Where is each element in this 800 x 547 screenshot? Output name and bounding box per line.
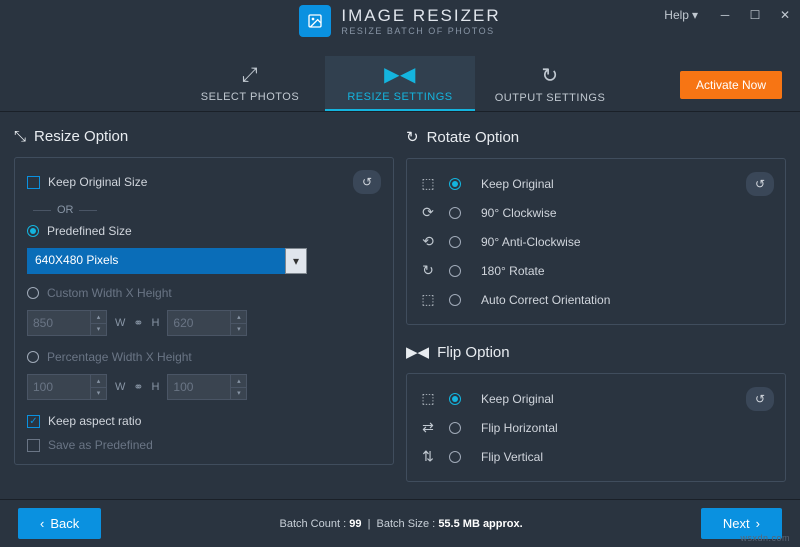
predefined-dropdown[interactable]: 640X480 Pixels ▾ bbox=[27, 248, 307, 274]
link-icon: ⚭ bbox=[133, 316, 143, 330]
resize-title-icon: ⤡ bbox=[14, 128, 26, 145]
link-icon: ⚭ bbox=[133, 380, 143, 394]
rotate-acw-radio[interactable] bbox=[449, 236, 461, 248]
rotate-cw-radio[interactable] bbox=[449, 207, 461, 219]
app-subtitle: RESIZE BATCH OF PHOTOS bbox=[341, 26, 500, 36]
percent-label: Percentage Width X Height bbox=[47, 350, 192, 364]
or-divider: OR bbox=[57, 204, 381, 216]
acw-icon: ⟲ bbox=[419, 233, 437, 250]
right-panel: ↻ Rotate Option ⬚Keep Original↺ ⟳90° Clo… bbox=[406, 122, 786, 482]
auto-icon: ⬚ bbox=[419, 291, 437, 308]
flip-box: ⬚Keep Original↺ ⇄Flip Horizontal ⇅Flip V… bbox=[406, 373, 786, 482]
save-predefined-label: Save as Predefined bbox=[48, 438, 153, 452]
flip-h-radio[interactable] bbox=[449, 422, 461, 434]
expand-icon: ⤢ bbox=[242, 64, 259, 87]
main-content: ⤡ Resize Option Keep Original Size ↺ OR … bbox=[0, 112, 800, 492]
flip-v-icon: ⇅ bbox=[419, 448, 437, 465]
minimize-button[interactable]: ─ bbox=[710, 0, 740, 30]
rotate-box: ⬚Keep Original↺ ⟳90° Clockwise ⟲90° Anti… bbox=[406, 158, 786, 325]
status-text: Batch Count : 99 | Batch Size : 55.5 MB … bbox=[101, 518, 701, 530]
dropdown-arrow-icon[interactable]: ▾ bbox=[285, 248, 307, 274]
close-button[interactable]: ✕ bbox=[770, 0, 800, 30]
maximize-button[interactable]: ☐ bbox=[740, 0, 770, 30]
reset-flip-button[interactable]: ↺ bbox=[746, 387, 774, 411]
flip-h-icon: ⇄ bbox=[419, 419, 437, 436]
custom-radio[interactable] bbox=[27, 287, 39, 299]
custom-height-input[interactable]: 620▴▾ bbox=[167, 310, 247, 336]
percent-height-input[interactable]: 100▴▾ bbox=[167, 374, 247, 400]
flip-title-icon: ▶◀ bbox=[406, 343, 429, 361]
predefined-value: 640X480 Pixels bbox=[27, 248, 285, 274]
percent-width-input[interactable]: 100▴▾ bbox=[27, 374, 107, 400]
help-menu[interactable]: Help▾ bbox=[664, 8, 698, 22]
tab-output-settings[interactable]: ↻ OUTPUT SETTINGS bbox=[475, 56, 625, 111]
aspect-checkbox[interactable] bbox=[27, 415, 40, 428]
chevron-down-icon: ▾ bbox=[692, 8, 698, 22]
flip-keep-icon: ⬚ bbox=[419, 390, 437, 407]
aspect-label: Keep aspect ratio bbox=[48, 414, 141, 428]
tabs: ⤢ SELECT PHOTOS ▶◀ RESIZE SETTINGS ↻ OUT… bbox=[0, 42, 800, 112]
keep-icon: ⬚ bbox=[419, 175, 437, 192]
resize-panel: ⤡ Resize Option Keep Original Size ↺ OR … bbox=[14, 122, 394, 482]
window-controls: Help▾ ─ ☐ ✕ bbox=[664, 0, 800, 30]
activate-button[interactable]: Activate Now bbox=[680, 71, 782, 99]
percent-radio[interactable] bbox=[27, 351, 39, 363]
chevron-right-icon: › bbox=[756, 516, 760, 531]
rotate-title-icon: ↻ bbox=[406, 128, 419, 146]
predefined-radio[interactable] bbox=[27, 225, 39, 237]
flip-v-radio[interactable] bbox=[449, 451, 461, 463]
keep-original-checkbox[interactable] bbox=[27, 176, 40, 189]
custom-label: Custom Width X Height bbox=[47, 286, 172, 300]
rotate-auto-radio[interactable] bbox=[449, 294, 461, 306]
rotate180-icon: ↻ bbox=[419, 262, 437, 279]
reset-resize-button[interactable]: ↺ bbox=[353, 170, 381, 194]
logo-area: IMAGE RESIZER RESIZE BATCH OF PHOTOS bbox=[299, 5, 500, 37]
flip-keep-radio[interactable] bbox=[449, 393, 461, 405]
reset-rotate-button[interactable]: ↺ bbox=[746, 172, 774, 196]
title-bar: IMAGE RESIZER RESIZE BATCH OF PHOTOS Hel… bbox=[0, 0, 800, 42]
back-button[interactable]: ‹Back bbox=[18, 508, 101, 539]
cw-icon: ⟳ bbox=[419, 204, 437, 221]
footer: ‹Back Batch Count : 99 | Batch Size : 55… bbox=[0, 499, 800, 547]
tab-resize-settings[interactable]: ▶◀ RESIZE SETTINGS bbox=[325, 56, 475, 111]
watermark: wsxdn.com bbox=[740, 533, 790, 543]
refresh-icon: ↻ bbox=[541, 63, 558, 88]
chevron-left-icon: ‹ bbox=[40, 516, 44, 531]
rotate-title: ↻ Rotate Option bbox=[406, 122, 786, 158]
rotate-keep-radio[interactable] bbox=[449, 178, 461, 190]
app-title: IMAGE RESIZER bbox=[341, 6, 500, 26]
flip-title: ▶◀ Flip Option bbox=[406, 337, 786, 373]
resize-title: ⤡ Resize Option bbox=[14, 122, 394, 157]
resize-icon: ▶◀ bbox=[384, 62, 416, 87]
rotate-180-radio[interactable] bbox=[449, 265, 461, 277]
save-predefined-checkbox[interactable] bbox=[27, 439, 40, 452]
tab-select-photos[interactable]: ⤢ SELECT PHOTOS bbox=[175, 56, 325, 111]
keep-original-label: Keep Original Size bbox=[48, 175, 147, 189]
app-logo-icon bbox=[299, 5, 331, 37]
custom-width-input[interactable]: 850▴▾ bbox=[27, 310, 107, 336]
predefined-label: Predefined Size bbox=[47, 224, 132, 238]
